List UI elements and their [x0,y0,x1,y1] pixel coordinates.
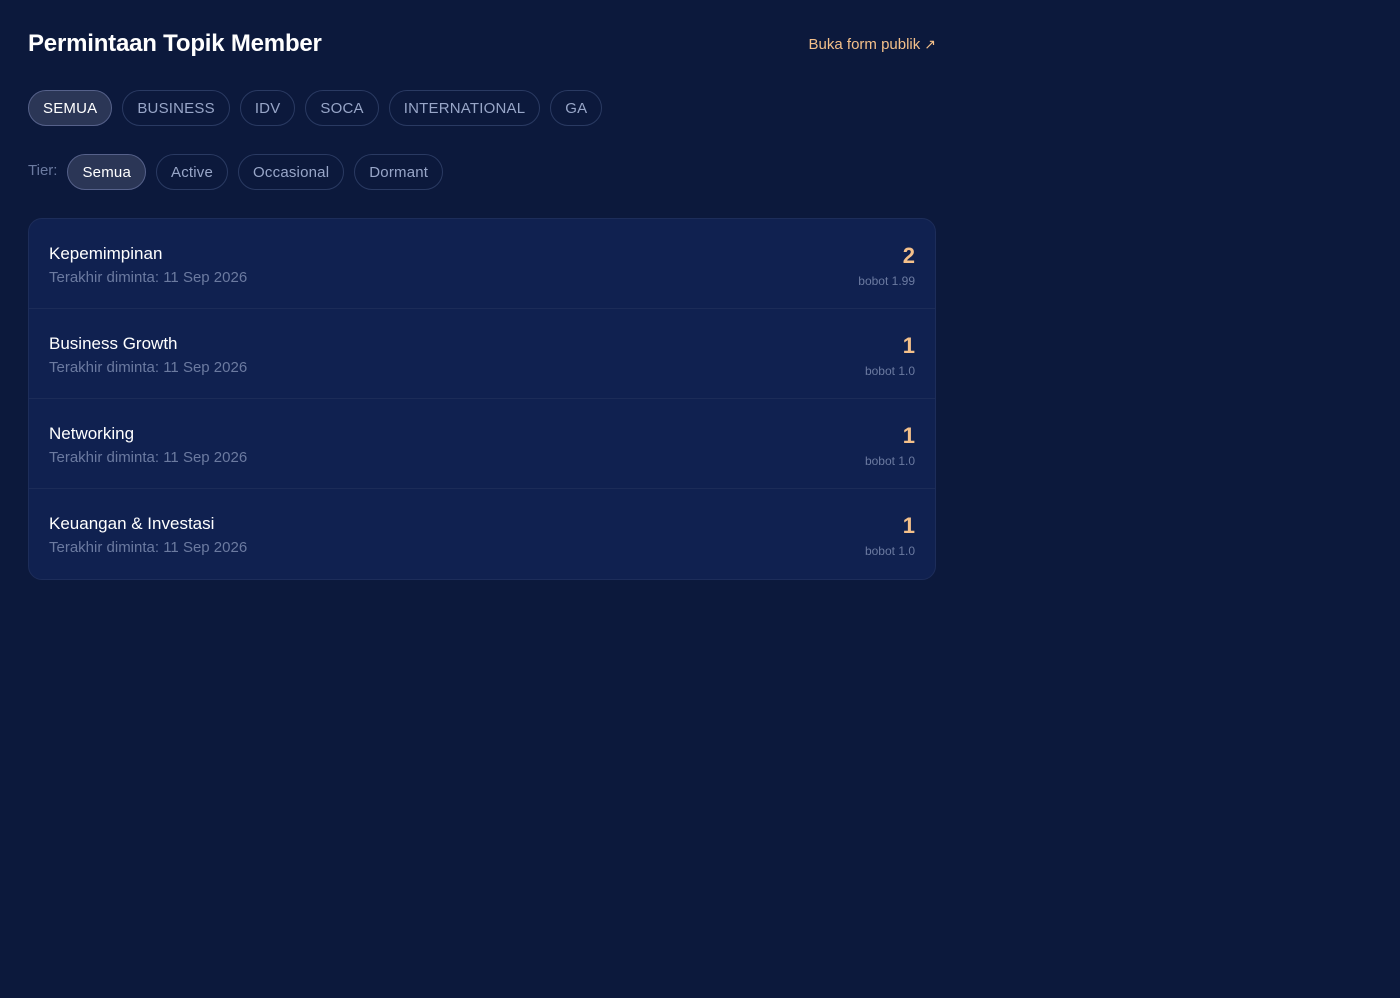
category-pill-ga[interactable]: GA [550,90,603,126]
tier-pill-dormant[interactable]: Dormant [354,154,444,190]
topic-weight: bobot 1.0 [864,544,915,558]
page-header: Permintaan Topik Member Buka form publik… [28,30,936,62]
topic-name: Networking [49,424,135,443]
topic-row[interactable]: Business Growth Terakhir diminta: 11 Sep… [29,309,935,399]
topic-request-count: 1 [902,333,915,358]
category-pill-international[interactable]: INTERNATIONAL [388,90,541,126]
topic-row[interactable]: Keuangan & Investasi Terakhir diminta: 1… [29,489,935,579]
topic-weight: bobot 1.0 [864,364,915,378]
external-arrow-icon: ↗ [924,36,936,52]
category-pill-soca[interactable]: SOCA [305,90,379,126]
topic-row[interactable]: Networking Terakhir diminta: 11 Sep 2026… [29,399,935,489]
page-title: Permintaan Topik Member [28,30,322,57]
topic-name: Keuangan & Investasi [49,514,215,533]
category-pill-idv[interactable]: IDV [239,90,296,126]
tier-pill-occasional[interactable]: Occasional [238,154,345,190]
topic-request-count: 1 [902,423,915,448]
category-pill-semua[interactable]: SEMUA [28,90,113,126]
tier-pill-active[interactable]: Active [155,154,229,190]
topic-last-requested: Terakhir diminta: 11 Sep 2026 [49,269,248,286]
category-pill-business[interactable]: BUSINESS [122,90,230,126]
tier-pill-semua[interactable]: Semua [67,154,146,190]
topic-weight: bobot 1.99 [858,274,915,288]
category-filter: SEMUA BUSINESS IDV SOCA INTERNATIONAL GA [28,90,603,126]
topic-request-count: 2 [902,243,915,268]
topic-last-requested: Terakhir diminta: 11 Sep 2026 [49,359,248,376]
topic-row[interactable]: Kepemimpinan Terakhir diminta: 11 Sep 20… [29,219,935,309]
topic-name: Business Growth [49,334,178,353]
topic-weight: bobot 1.0 [864,454,915,468]
tier-filter: Tier: Semua Active Occasional Dormant [28,154,444,190]
topic-name: Kepemimpinan [49,244,163,263]
topic-last-requested: Terakhir diminta: 11 Sep 2026 [49,449,248,466]
open-public-form-link[interactable]: Buka form publik ↗ [809,36,936,53]
topic-request-count: 1 [902,513,915,538]
topic-list: Kepemimpinan Terakhir diminta: 11 Sep 20… [28,218,936,580]
page: Permintaan Topik Member Buka form publik… [0,0,1400,998]
topic-last-requested: Terakhir diminta: 11 Sep 2026 [49,539,248,556]
open-public-form-label: Buka form publik [808,36,921,53]
tier-label: Tier: [28,161,58,179]
